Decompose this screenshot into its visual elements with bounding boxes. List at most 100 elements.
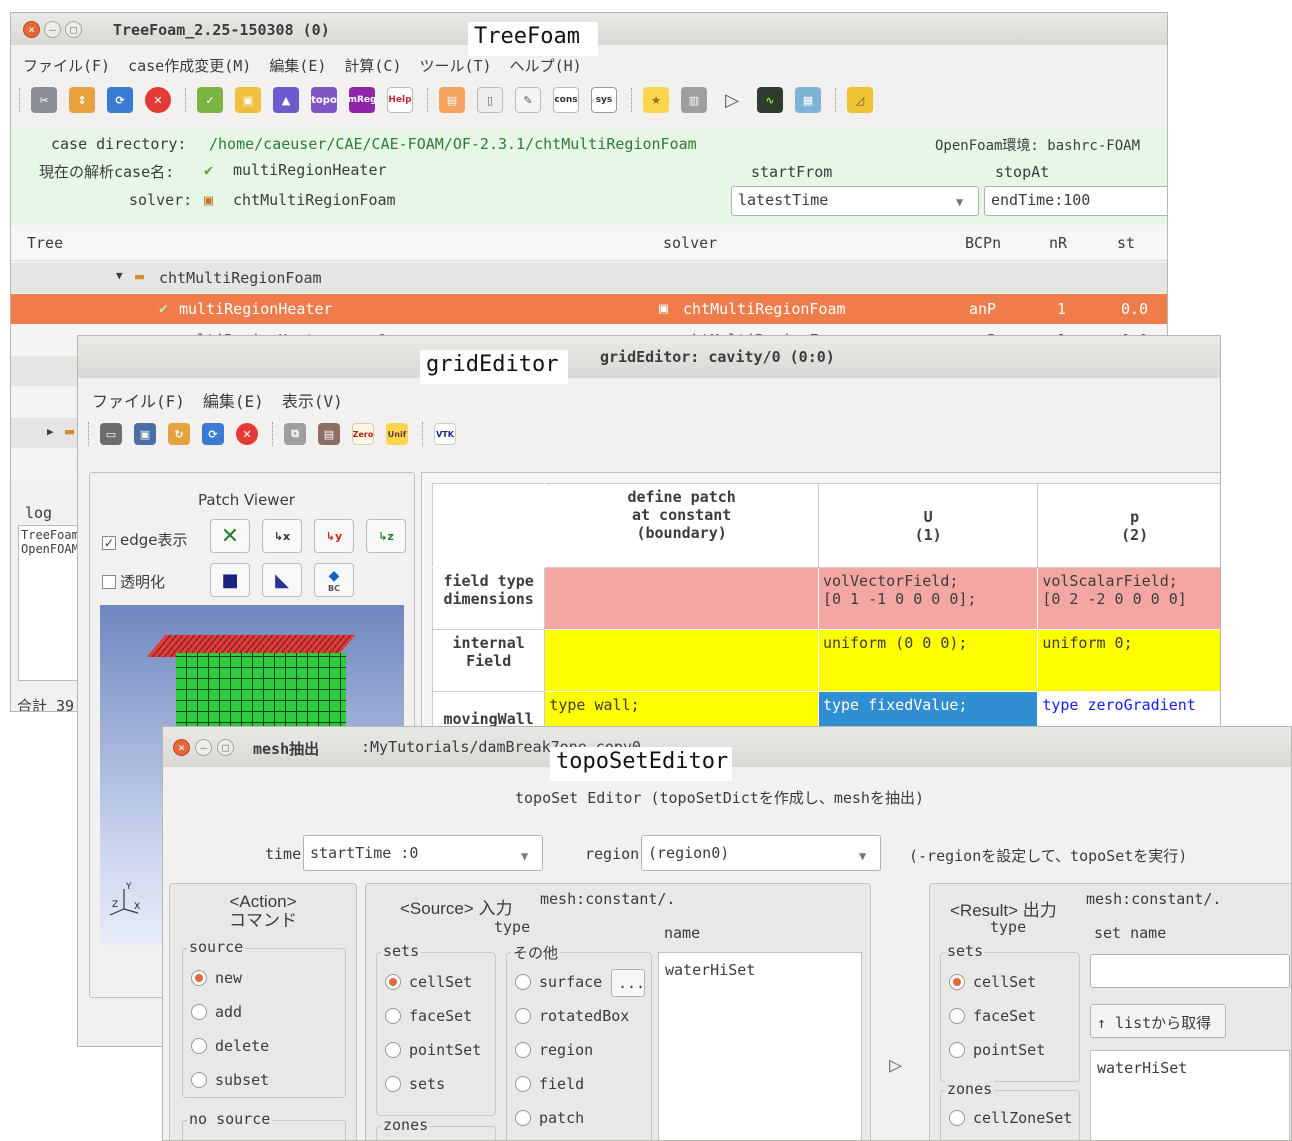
other-field[interactable]: field bbox=[515, 1075, 584, 1093]
menu-item[interactable]: 表示(V) bbox=[282, 388, 343, 412]
unif-icon[interactable]: Unif bbox=[386, 423, 408, 445]
radio-icon[interactable] bbox=[385, 1042, 401, 1058]
source-pointset[interactable]: pointSet bbox=[385, 1041, 481, 1059]
result-cellzoneset[interactable]: cellZoneSet bbox=[949, 1109, 1072, 1127]
radio-icon[interactable] bbox=[515, 1110, 531, 1126]
action-new[interactable]: new bbox=[191, 969, 242, 987]
maximize-icon[interactable]: □ bbox=[217, 739, 234, 756]
result-list[interactable]: waterHiSet bbox=[1090, 1050, 1290, 1140]
set-name-input[interactable] bbox=[1090, 954, 1290, 988]
source-faceset[interactable]: faceSet bbox=[385, 1007, 472, 1025]
radio-icon[interactable] bbox=[385, 1008, 401, 1024]
column-st[interactable]: st bbox=[1117, 234, 1135, 252]
document-icon[interactable]: ▯ bbox=[477, 87, 503, 113]
close-icon[interactable]: × bbox=[23, 21, 40, 38]
table-cell[interactable] bbox=[544, 629, 819, 692]
chevron-down-icon[interactable]: ▼ bbox=[956, 195, 963, 209]
chevron-down-icon[interactable]: ▼ bbox=[521, 849, 528, 863]
radio-icon[interactable] bbox=[949, 1110, 965, 1126]
zero-icon[interactable]: Zero bbox=[352, 423, 374, 445]
x-axis-view-icon[interactable]: ↳x bbox=[262, 519, 302, 553]
column-header[interactable]: U (1) bbox=[817, 483, 1039, 568]
table-cell[interactable] bbox=[544, 567, 819, 630]
table-cell[interactable]: uniform 0; bbox=[1037, 629, 1220, 692]
edit-icon[interactable]: ✎ bbox=[515, 87, 541, 113]
edge-checkbox[interactable]: ✓ edge表示 bbox=[102, 529, 188, 550]
source-cellset[interactable]: cellSet bbox=[385, 973, 472, 991]
radio-selected-icon[interactable] bbox=[191, 970, 207, 986]
chevron-down-icon[interactable]: ▼ bbox=[859, 849, 866, 863]
expander-icon[interactable]: ▶ bbox=[47, 425, 54, 438]
minimize-icon[interactable]: – bbox=[195, 739, 212, 756]
menu-item[interactable]: 編集(E) bbox=[269, 55, 326, 76]
database-icon[interactable]: ▥ bbox=[681, 87, 707, 113]
result-faceset[interactable]: faceSet bbox=[949, 1007, 1036, 1025]
menu-item[interactable]: ツール(T) bbox=[420, 55, 492, 76]
radio-icon[interactable] bbox=[191, 1004, 207, 1020]
bc-view-icon[interactable]: ◆ BC bbox=[314, 563, 354, 597]
column-header[interactable]: p (2) bbox=[1037, 483, 1220, 568]
cons-icon[interactable]: cons bbox=[553, 87, 579, 113]
radio-icon[interactable] bbox=[515, 1042, 531, 1058]
menu-item[interactable]: ファイル(F) bbox=[92, 388, 185, 412]
column-header[interactable]: define patch at constant (boundary) bbox=[544, 483, 819, 568]
mreg-icon[interactable]: mReg bbox=[348, 87, 376, 113]
list-item[interactable]: waterHiSet bbox=[665, 961, 855, 979]
transparent-checkbox[interactable]: 透明化 bbox=[102, 571, 165, 592]
apply-arrow-icon[interactable]: ▷ bbox=[889, 1053, 902, 1078]
table-cell[interactable]: volScalarField; [0 2 -2 0 0 0 0] bbox=[1037, 567, 1220, 630]
stop-icon[interactable]: ✕ bbox=[145, 87, 171, 113]
radio-icon[interactable] bbox=[515, 1008, 531, 1024]
radio-icon[interactable] bbox=[385, 1076, 401, 1092]
y-axis-view-icon[interactable]: ↳y bbox=[314, 519, 354, 553]
source-name-list[interactable]: waterHiSet bbox=[658, 952, 862, 1140]
tree-row-selected[interactable]: ✔ multiRegionHeater ▣ chtMultiRegionFoam… bbox=[11, 294, 1167, 324]
mesh-icon[interactable]: ▲ bbox=[273, 87, 299, 113]
check-case-icon[interactable]: ✓ bbox=[197, 87, 223, 113]
palette-icon[interactable]: ▤ bbox=[439, 87, 465, 113]
open-icon[interactable]: ▭ bbox=[100, 423, 122, 445]
region-select[interactable]: (region0) bbox=[641, 835, 881, 871]
topo-icon[interactable]: topo bbox=[311, 87, 337, 113]
column-solver[interactable]: solver bbox=[663, 234, 717, 252]
refresh-icon[interactable]: ⟳ bbox=[107, 87, 133, 113]
radio-selected-icon[interactable] bbox=[385, 974, 401, 990]
vtk-icon[interactable]: VTK bbox=[434, 423, 456, 445]
fit-view-icon[interactable]: ✕ bbox=[210, 519, 250, 553]
surface-browse-button[interactable]: ... bbox=[611, 969, 645, 997]
radio-icon[interactable] bbox=[949, 1008, 965, 1024]
radio-icon[interactable] bbox=[191, 1038, 207, 1054]
sys-icon[interactable]: sys bbox=[591, 87, 617, 113]
surface-view-icon[interactable]: ◣ bbox=[262, 563, 302, 597]
z-axis-view-icon[interactable]: ↳z bbox=[366, 519, 406, 553]
layout-icon[interactable]: ▦ bbox=[795, 87, 821, 113]
play-icon[interactable]: ▷ bbox=[719, 87, 745, 113]
action-delete[interactable]: delete bbox=[191, 1037, 269, 1055]
menu-item[interactable]: ヘルプ(H) bbox=[510, 55, 582, 76]
stop-icon[interactable]: ✕ bbox=[236, 423, 258, 445]
menu-item[interactable]: ファイル(F) bbox=[23, 55, 110, 76]
help-icon[interactable]: Help bbox=[387, 87, 413, 113]
ruler-icon[interactable]: ◿ bbox=[847, 87, 873, 113]
table-cell[interactable]: volVectorField; [0 1 -1 0 0 0 0]; bbox=[817, 567, 1039, 630]
copy-icon[interactable]: ⧉ bbox=[284, 423, 306, 445]
time-select[interactable]: startTime :0 bbox=[303, 835, 543, 871]
other-region[interactable]: region bbox=[515, 1041, 593, 1059]
monitor-icon[interactable]: ∿ bbox=[757, 87, 783, 113]
radio-icon[interactable] bbox=[191, 1072, 207, 1088]
checkbox-checked-icon[interactable]: ✓ bbox=[102, 536, 116, 550]
paste-icon[interactable]: ▤ bbox=[318, 423, 340, 445]
list-item[interactable]: waterHiSet bbox=[1097, 1059, 1283, 1077]
maximize-icon[interactable]: □ bbox=[65, 21, 82, 38]
list-fetch-button[interactable]: ↑ listから取得 bbox=[1090, 1004, 1226, 1038]
star-icon[interactable]: ★ bbox=[643, 87, 669, 113]
source-sets[interactable]: sets bbox=[385, 1075, 445, 1093]
cube-view-icon[interactable]: ■ bbox=[210, 563, 250, 597]
save-icon[interactable]: ▣ bbox=[134, 423, 156, 445]
other-rotatedbox[interactable]: rotatedBox bbox=[515, 1007, 629, 1025]
radio-icon[interactable] bbox=[515, 974, 531, 990]
result-pointset[interactable]: pointSet bbox=[949, 1041, 1045, 1059]
column-nr[interactable]: nR bbox=[1049, 234, 1067, 252]
tools-icon[interactable]: ✂ bbox=[31, 87, 57, 113]
table-cell[interactable]: uniform (0 0 0); bbox=[817, 629, 1039, 692]
